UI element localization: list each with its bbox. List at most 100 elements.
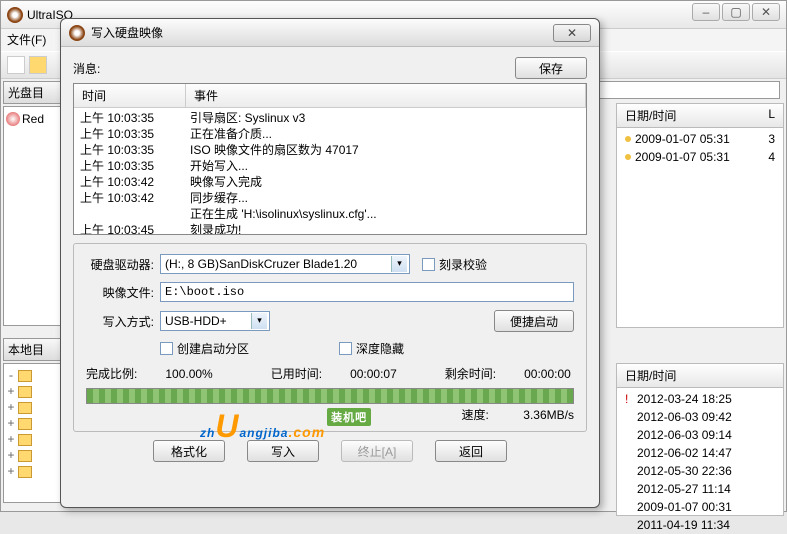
log-row[interactable]: 上午 10:03:42同步缓存... bbox=[74, 190, 586, 206]
minimize-button[interactable]: – bbox=[692, 3, 720, 21]
local-tree-label: 本地目 bbox=[3, 338, 61, 361]
app-icon bbox=[7, 7, 23, 23]
format-button[interactable]: 格式化 bbox=[153, 440, 225, 462]
new-icon[interactable] bbox=[7, 56, 25, 74]
method-value: USB-HDD+ bbox=[165, 314, 227, 328]
close-button[interactable]: ✕ bbox=[752, 3, 780, 21]
list-body[interactable]: 2009-01-07 05:3132009-01-07 05:314 bbox=[616, 128, 784, 328]
list-row[interactable]: 2012-06-02 14:47 bbox=[617, 444, 783, 462]
tree-label: Red bbox=[22, 112, 44, 126]
drive-label: 硬盘驱动器: bbox=[86, 256, 160, 273]
speed-label: 速度: bbox=[462, 408, 489, 422]
write-button[interactable]: 写入 bbox=[247, 440, 319, 462]
list-row[interactable]: 2012-05-30 22:36 bbox=[617, 462, 783, 480]
list-row[interactable]: 2009-01-07 05:313 bbox=[617, 130, 783, 148]
log-event: 同步缓存... bbox=[190, 190, 248, 206]
log-event: 映像写入完成 bbox=[190, 174, 262, 190]
log-event: 正在准备介质... bbox=[190, 126, 272, 142]
list-row[interactable]: 2012-06-03 09:14 bbox=[617, 426, 783, 444]
folder-icon bbox=[18, 386, 32, 398]
folder-icon bbox=[18, 466, 32, 478]
list-row[interactable]: !2012-03-24 18:25 bbox=[617, 390, 783, 408]
local-tree[interactable]: - + + + + + + bbox=[3, 363, 61, 503]
list-row[interactable]: 2009-01-07 05:314 bbox=[617, 148, 783, 166]
disc-tree-label: 光盘目 bbox=[3, 81, 61, 104]
log-event: 引导扇区: Syslinux v3 bbox=[190, 110, 305, 126]
deep-hide-checkbox[interactable]: 深度隐藏 bbox=[339, 340, 404, 357]
dialog-icon bbox=[69, 25, 85, 41]
return-button[interactable]: 返回 bbox=[435, 440, 507, 462]
list-row[interactable]: 2012-05-27 11:14 bbox=[617, 480, 783, 498]
log-col-time[interactable]: 时间 bbox=[74, 84, 186, 107]
speed-value: 3.36MB/s bbox=[523, 408, 574, 422]
log-time: 上午 10:03:42 bbox=[80, 190, 190, 206]
message-label: 消息: bbox=[73, 60, 515, 77]
log-event: 开始写入... bbox=[190, 158, 248, 174]
log-row[interactable]: 上午 10:03:35引导扇区: Syslinux v3 bbox=[74, 110, 586, 126]
progress-fill bbox=[87, 389, 573, 403]
drive-value: (H:, 8 GB)SanDiskCruzer Blade1.20 bbox=[165, 257, 357, 271]
log-row[interactable]: 上午 10:03:35开始写入... bbox=[74, 158, 586, 174]
list-header[interactable]: 日期/时间 bbox=[616, 363, 784, 388]
write-method-combo[interactable]: USB-HDD+ bbox=[160, 311, 270, 331]
log-row[interactable]: 正在生成 'H:\isolinux\syslinux.cfg'... bbox=[74, 206, 586, 222]
col-l[interactable]: L bbox=[768, 107, 775, 124]
deep-hide-label: 深度隐藏 bbox=[356, 340, 404, 357]
maximize-button[interactable]: ▢ bbox=[722, 3, 750, 21]
settings-group: 硬盘驱动器: (H:, 8 GB)SanDiskCruzer Blade1.20… bbox=[73, 243, 587, 432]
log-row[interactable]: 上午 10:03:42映像写入完成 bbox=[74, 174, 586, 190]
list-body[interactable]: !2012-03-24 18:252012-06-03 09:422012-06… bbox=[616, 388, 784, 516]
image-label: 映像文件: bbox=[86, 284, 160, 301]
file-list-top: 日期/时间 L 2009-01-07 05:3132009-01-07 05:3… bbox=[616, 103, 784, 328]
log-time: 上午 10:03:42 bbox=[80, 174, 190, 190]
menu-file[interactable]: 文件(F) bbox=[7, 33, 46, 47]
log-row[interactable]: 上午 10:03:35ISO 映像文件的扇区数为 47017 bbox=[74, 142, 586, 158]
log-event: 正在生成 'H:\isolinux\syslinux.cfg'... bbox=[190, 206, 377, 222]
list-header[interactable]: 日期/时间 L bbox=[616, 103, 784, 128]
checkbox-icon bbox=[422, 258, 435, 271]
log-event: ISO 映像文件的扇区数为 47017 bbox=[190, 142, 359, 158]
folder-icon bbox=[18, 402, 32, 414]
dialog-close-button[interactable]: ✕ bbox=[553, 24, 591, 42]
log-time: 上午 10:03:35 bbox=[80, 110, 190, 126]
file-list-bottom: 日期/时间 !2012-03-24 18:252012-06-03 09:422… bbox=[616, 363, 784, 516]
method-label: 写入方式: bbox=[86, 313, 160, 330]
col-date[interactable]: 日期/时间 bbox=[625, 367, 775, 384]
abort-button: 终止[A] bbox=[341, 440, 413, 462]
open-icon[interactable] bbox=[29, 56, 47, 74]
verify-checkbox[interactable]: 刻录校验 bbox=[422, 256, 487, 273]
checkbox-icon bbox=[160, 342, 173, 355]
disc-icon bbox=[6, 112, 20, 126]
remain-label: 剩余时间: bbox=[445, 365, 496, 382]
progress-bar bbox=[86, 388, 574, 404]
image-file-field[interactable] bbox=[160, 282, 574, 302]
dialog-titlebar[interactable]: 写入硬盘映像 ✕ bbox=[61, 19, 599, 47]
log-event: 刻录成功! bbox=[190, 222, 241, 235]
log-row[interactable]: 上午 10:03:35正在准备介质... bbox=[74, 126, 586, 142]
log-list[interactable]: 时间 事件 上午 10:03:35引导扇区: Syslinux v3上午 10:… bbox=[73, 83, 587, 235]
elapsed-label: 已用时间: bbox=[271, 365, 322, 382]
elapsed-value: 00:00:07 bbox=[350, 367, 397, 381]
done-value: 100.00% bbox=[165, 367, 212, 381]
drive-combo[interactable]: (H:, 8 GB)SanDiskCruzer Blade1.20 bbox=[160, 254, 410, 274]
verify-label: 刻录校验 bbox=[439, 256, 487, 273]
list-row[interactable]: 2009-01-07 00:31 bbox=[617, 498, 783, 516]
log-row[interactable]: 上午 10:03:45刻录成功! bbox=[74, 222, 586, 235]
save-button[interactable]: 保存 bbox=[515, 57, 587, 79]
write-disk-image-dialog: 写入硬盘映像 ✕ 消息: 保存 时间 事件 上午 10:03:35引导扇区: S… bbox=[60, 18, 600, 508]
col-date[interactable]: 日期/时间 bbox=[625, 107, 768, 124]
list-row[interactable]: 2012-06-03 09:42 bbox=[617, 408, 783, 426]
side-panel: 光盘目 Red 本地目 - + + + + + + bbox=[3, 81, 61, 503]
log-time: 上午 10:03:35 bbox=[80, 158, 190, 174]
list-row[interactable]: 2011-04-19 11:34 bbox=[617, 516, 783, 534]
log-time: 上午 10:03:35 bbox=[80, 142, 190, 158]
quickboot-button[interactable]: 便捷启动 bbox=[494, 310, 574, 332]
create-partition-checkbox[interactable]: 创建启动分区 bbox=[160, 340, 249, 357]
dialog-title: 写入硬盘映像 bbox=[91, 24, 163, 41]
tree-item[interactable]: Red bbox=[6, 111, 58, 127]
folder-icon bbox=[18, 418, 32, 430]
checkbox-icon bbox=[339, 342, 352, 355]
disc-tree[interactable]: Red bbox=[3, 106, 61, 326]
log-col-event[interactable]: 事件 bbox=[186, 84, 586, 107]
create-partition-label: 创建启动分区 bbox=[177, 340, 249, 357]
